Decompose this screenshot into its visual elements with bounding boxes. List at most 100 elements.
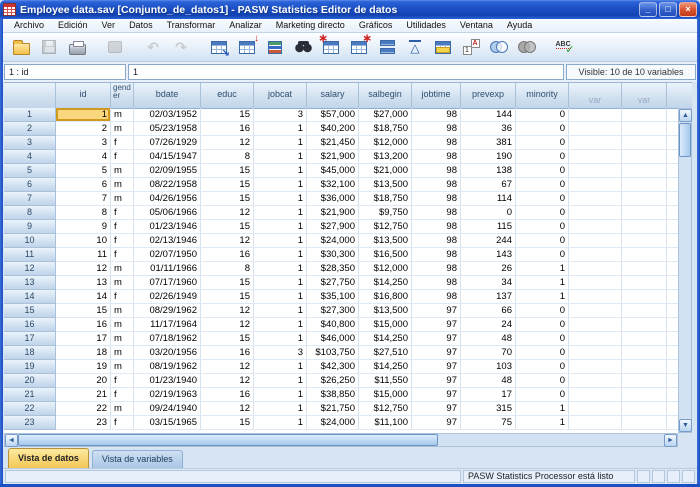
row-number[interactable]: 2	[4, 122, 56, 136]
row-number[interactable]: 1	[4, 108, 56, 122]
cell-minority[interactable]: 1	[516, 402, 569, 415]
cell-salbegin[interactable]: $13,500	[359, 304, 412, 317]
cell-minority[interactable]: 0	[516, 192, 569, 205]
cell-educ[interactable]: 12	[201, 402, 254, 415]
cell-jobtime[interactable]: 98	[412, 136, 461, 149]
cell-minority[interactable]: 0	[516, 346, 569, 359]
cell-salary[interactable]: $21,900	[307, 206, 359, 219]
cell-prevexp[interactable]: 315	[461, 402, 516, 415]
row-number[interactable]: 5	[4, 164, 56, 178]
cell-minority[interactable]: 1	[516, 416, 569, 429]
cell-educ[interactable]: 12	[201, 136, 254, 149]
cell-educ[interactable]: 12	[201, 304, 254, 317]
cell-var[interactable]	[622, 248, 667, 261]
cell-bdate[interactable]: 03/15/1965	[134, 416, 201, 429]
cell-var[interactable]	[622, 276, 667, 289]
cell-jobcat[interactable]: 1	[254, 374, 307, 387]
cell-minority[interactable]: 0	[516, 136, 569, 149]
cell-jobcat[interactable]: 1	[254, 276, 307, 289]
cell-id[interactable]: 4	[56, 150, 111, 163]
show-all-variables-button[interactable]	[513, 34, 541, 60]
cell-educ[interactable]: 12	[201, 206, 254, 219]
cell-minority[interactable]: 0	[516, 108, 569, 121]
cell-prevexp[interactable]: 26	[461, 262, 516, 275]
cell-prevexp[interactable]: 190	[461, 150, 516, 163]
column-header-jobtime[interactable]: jobtime	[412, 83, 461, 109]
cell-salbegin[interactable]: $12,750	[359, 402, 412, 415]
cell-educ[interactable]: 16	[201, 346, 254, 359]
cell-educ[interactable]: 8	[201, 150, 254, 163]
cell-educ[interactable]: 12	[201, 234, 254, 247]
cell-bdate[interactable]: 01/23/1946	[134, 220, 201, 233]
cell-minority[interactable]: 1	[516, 276, 569, 289]
cell-salbegin[interactable]: $16,800	[359, 290, 412, 303]
cell-minority[interactable]: 0	[516, 388, 569, 401]
cell-prevexp[interactable]: 24	[461, 318, 516, 331]
cell-educ[interactable]: 16	[201, 388, 254, 401]
cell-var[interactable]	[569, 122, 622, 135]
cell-var[interactable]	[569, 108, 622, 121]
cell-id[interactable]: 5	[56, 164, 111, 177]
cell-var[interactable]	[569, 192, 622, 205]
column-header-salbegin[interactable]: salbegin	[359, 83, 412, 109]
cell-jobcat[interactable]: 1	[254, 192, 307, 205]
cell-gender[interactable]: m	[111, 304, 134, 317]
cell-var[interactable]	[569, 374, 622, 387]
cell-prevexp[interactable]: 66	[461, 304, 516, 317]
cell-id[interactable]: 3	[56, 136, 111, 149]
row-number[interactable]: 18	[4, 346, 56, 360]
row-number[interactable]: 4	[4, 150, 56, 164]
value-labels-button[interactable]: 1A	[457, 34, 485, 60]
column-header-minority[interactable]: minority	[516, 83, 569, 109]
column-header-prevexp[interactable]: prevexp	[461, 83, 516, 109]
cell-bdate[interactable]: 02/13/1946	[134, 234, 201, 247]
row-number[interactable]: 7	[4, 192, 56, 206]
cell-salary[interactable]: $45,000	[307, 164, 359, 177]
cell-jobcat[interactable]: 1	[254, 164, 307, 177]
cell-var[interactable]	[569, 150, 622, 163]
cell-var[interactable]	[569, 178, 622, 191]
row-number[interactable]: 14	[4, 290, 56, 304]
vertical-scrollbar[interactable]: ▲ ▼	[678, 108, 692, 433]
cell-educ[interactable]: 8	[201, 262, 254, 275]
cell-educ[interactable]: 15	[201, 108, 254, 121]
cell-var[interactable]	[569, 234, 622, 247]
cell-educ[interactable]: 12	[201, 318, 254, 331]
cell-salbegin[interactable]: $11,100	[359, 416, 412, 429]
cell-jobtime[interactable]: 98	[412, 178, 461, 191]
menu-ventana[interactable]: Ventana	[453, 19, 500, 32]
cell-prevexp[interactable]: 36	[461, 122, 516, 135]
cell-var[interactable]	[622, 136, 667, 149]
cell-var[interactable]	[622, 388, 667, 401]
cell-jobcat[interactable]: 1	[254, 304, 307, 317]
select-cases-button[interactable]	[429, 34, 457, 60]
cell-jobcat[interactable]: 1	[254, 150, 307, 163]
cell-var[interactable]	[569, 206, 622, 219]
row-number[interactable]: 11	[4, 248, 56, 262]
cell-id[interactable]: 1	[56, 108, 111, 121]
cell-minority[interactable]: 1	[516, 262, 569, 275]
cell-jobtime[interactable]: 98	[412, 192, 461, 205]
cell-salary[interactable]: $21,750	[307, 402, 359, 415]
row-number[interactable]: 16	[4, 318, 56, 332]
cell-prevexp[interactable]: 48	[461, 374, 516, 387]
cell-salary[interactable]: $38,850	[307, 388, 359, 401]
menu-archivo[interactable]: Archivo	[7, 19, 51, 32]
maximize-button[interactable]: □	[659, 2, 677, 17]
cell-bdate[interactable]: 11/17/1964	[134, 318, 201, 331]
cell-bdate[interactable]: 05/23/1958	[134, 122, 201, 135]
cell-bdate[interactable]: 05/06/1966	[134, 206, 201, 219]
cell-educ[interactable]: 12	[201, 360, 254, 373]
cell-salary[interactable]: $27,750	[307, 276, 359, 289]
cell-prevexp[interactable]: 115	[461, 220, 516, 233]
insert-cases-button[interactable]: ∗	[317, 34, 345, 60]
row-number[interactable]: 9	[4, 220, 56, 234]
cell-gender[interactable]: m	[111, 262, 134, 275]
menu-transformar[interactable]: Transformar	[160, 19, 223, 32]
cell-jobtime[interactable]: 98	[412, 248, 461, 261]
cell-id[interactable]: 20	[56, 374, 111, 387]
cell-educ[interactable]: 15	[201, 332, 254, 345]
cell-salbegin[interactable]: $15,000	[359, 318, 412, 331]
cell-minority[interactable]: 0	[516, 304, 569, 317]
cell-bdate[interactable]: 01/23/1940	[134, 374, 201, 387]
